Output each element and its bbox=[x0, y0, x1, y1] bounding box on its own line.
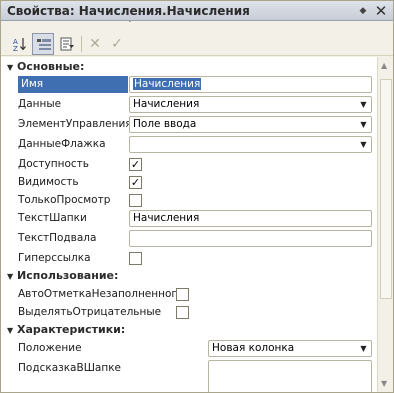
prop-row-visibility[interactable]: Видимость ✓ bbox=[1, 173, 377, 193]
toolbar-separator bbox=[81, 36, 82, 52]
prop-row-control[interactable]: ЭлементУправления Поле ввода ▼ bbox=[1, 115, 377, 135]
auto-mark-checkbox[interactable] bbox=[176, 288, 189, 301]
prop-row-header-hint[interactable]: ПодсказкаВШапке bbox=[1, 359, 377, 392]
name-field[interactable]: Начисления bbox=[129, 76, 372, 93]
data-value: Начисления bbox=[133, 98, 200, 110]
prop-row-readonly[interactable]: ТолькоПросмотр bbox=[1, 191, 377, 211]
svg-text:Z: Z bbox=[13, 45, 18, 52]
control-value: Поле ввода bbox=[133, 118, 197, 130]
prop-row-data[interactable]: Данные Начисления ▼ bbox=[1, 95, 377, 115]
prop-row-flag-data[interactable]: ДанныеФлажка ▼ bbox=[1, 135, 377, 155]
prop-label-position: Положение bbox=[18, 342, 82, 354]
prop-label-hyperlink: Гиперссылка bbox=[18, 252, 91, 264]
dropdown-arrow-icon[interactable]: ▼ bbox=[357, 138, 370, 151]
prop-label-readonly: ТолькоПросмотр bbox=[18, 194, 111, 206]
footer-text-field[interactable] bbox=[129, 230, 372, 247]
prop-label-header-hint: ПодсказкаВШапке bbox=[18, 362, 122, 374]
position-value: Новая колонка bbox=[212, 342, 295, 354]
apply-button[interactable]: ✓ bbox=[106, 33, 128, 55]
section-characteristics[interactable]: ▼ Характеристики: bbox=[1, 321, 377, 341]
prop-label-visibility: Видимость bbox=[18, 176, 79, 188]
readonly-checkbox[interactable] bbox=[129, 194, 142, 207]
section-characteristics-title: Характеристики: bbox=[17, 323, 126, 336]
prop-label-control: ЭлементУправления bbox=[18, 118, 132, 130]
prop-row-name[interactable]: Имя Начисления bbox=[1, 75, 377, 95]
section-basic-title: Основные: bbox=[17, 60, 85, 73]
control-select[interactable]: Поле ввода ▼ bbox=[129, 116, 372, 133]
collapse-triangle-icon: ▼ bbox=[7, 272, 14, 281]
visibility-checkbox[interactable]: ✓ bbox=[129, 176, 142, 189]
prop-label-highlight-negative: ВыделятьОтрицательные bbox=[18, 306, 162, 318]
dropdown-arrow-icon[interactable]: ▼ bbox=[357, 342, 370, 355]
hyperlink-checkbox[interactable] bbox=[129, 252, 142, 265]
vertical-scrollbar[interactable]: ▲ ▼ bbox=[377, 57, 393, 392]
window-title: Свойства: Начисления.Начисления bbox=[7, 4, 250, 18]
filter-button[interactable] bbox=[56, 33, 78, 55]
delete-button[interactable]: ✕ bbox=[84, 33, 106, 55]
data-select[interactable]: Начисления ▼ bbox=[129, 96, 372, 113]
scroll-down-icon[interactable]: ▼ bbox=[381, 379, 387, 388]
title-bar[interactable]: Свойства: Начисления.Начисления ◆ ✕ bbox=[1, 1, 393, 21]
scrollbar-thumb[interactable] bbox=[380, 79, 392, 299]
prop-row-footer-text[interactable]: ТекстПодвала bbox=[1, 229, 377, 249]
position-select[interactable]: Новая колонка ▼ bbox=[208, 340, 372, 357]
dropdown-arrow-icon[interactable]: ▼ bbox=[357, 98, 370, 111]
name-value: Начисления bbox=[133, 78, 202, 90]
collapse-triangle-icon: ▼ bbox=[7, 63, 14, 72]
categories-icon bbox=[37, 39, 51, 50]
prop-label-auto-mark: АвтоОтметкаНезаполненного bbox=[18, 288, 184, 300]
header-text-value: Начисления bbox=[133, 212, 200, 224]
prop-row-availability[interactable]: Доступность ✓ bbox=[1, 155, 377, 175]
toolbar: A Z ✕ ✓ bbox=[1, 22, 393, 56]
prop-label-header-text: ТекстШапки bbox=[18, 212, 87, 224]
prop-row-hyperlink[interactable]: Гиперссылка bbox=[1, 249, 377, 269]
categories-button[interactable] bbox=[32, 33, 54, 55]
pin-icon[interactable]: ◆ bbox=[356, 4, 370, 18]
prop-label-flag-data: ДанныеФлажка bbox=[18, 138, 106, 150]
prop-label-availability: Доступность bbox=[18, 158, 89, 170]
prop-label-data: Данные bbox=[18, 98, 62, 110]
close-icon[interactable]: ✕ bbox=[373, 3, 389, 19]
sort-az-icon: A Z bbox=[13, 38, 26, 52]
prop-row-highlight-negative[interactable]: ВыделятьОтрицательные bbox=[1, 303, 377, 323]
property-grid: ▼ Основные: Имя Начисления Данные Начисле… bbox=[1, 57, 377, 392]
dropdown-arrow-icon[interactable]: ▼ bbox=[357, 118, 370, 131]
section-usage[interactable]: ▼ Использование: bbox=[1, 267, 377, 287]
scroll-up-icon[interactable]: ▲ bbox=[381, 61, 387, 70]
prop-row-position[interactable]: Положение Новая колонка ▼ bbox=[1, 339, 377, 359]
collapse-triangle-icon: ▼ bbox=[7, 326, 14, 335]
flag-data-select[interactable]: ▼ bbox=[129, 136, 372, 153]
prop-row-auto-mark[interactable]: АвтоОтметкаНезаполненного bbox=[1, 285, 377, 305]
properties-panel: Свойства: Начисления.Начисления ◆ ✕ A Z bbox=[0, 0, 394, 393]
sort-az-button[interactable]: A Z bbox=[9, 33, 31, 55]
section-usage-title: Использование: bbox=[17, 269, 119, 282]
prop-label-name: Имя bbox=[18, 76, 128, 93]
header-hint-field[interactable] bbox=[208, 360, 372, 392]
filter-icon bbox=[60, 37, 74, 51]
highlight-negative-checkbox[interactable] bbox=[176, 306, 189, 319]
prop-row-header-text[interactable]: ТекстШапки Начисления bbox=[1, 209, 377, 229]
header-text-field[interactable]: Начисления bbox=[129, 210, 372, 227]
prop-label-footer-text: ТекстПодвала bbox=[18, 232, 97, 244]
availability-checkbox[interactable]: ✓ bbox=[129, 158, 142, 171]
